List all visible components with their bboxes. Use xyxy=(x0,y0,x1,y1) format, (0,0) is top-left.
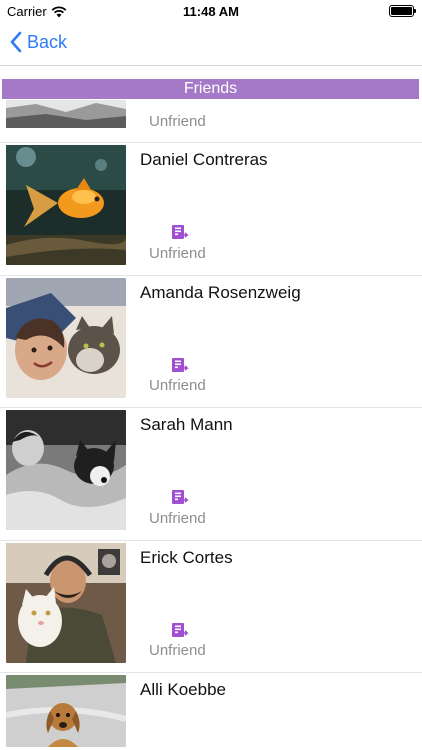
list-item: Amanda Rosenzweig Unfriend xyxy=(0,276,422,408)
friend-photo xyxy=(6,543,126,663)
unfriend-button[interactable]: Unfriend xyxy=(149,245,206,262)
friend-photo xyxy=(6,278,126,398)
friend-name: Sarah Mann xyxy=(140,415,233,434)
navigation-bar: Back xyxy=(0,22,422,66)
remove-friend-icon[interactable] xyxy=(171,224,189,240)
unfriend-button[interactable]: Unfriend xyxy=(149,642,206,659)
remove-friend-icon[interactable] xyxy=(171,489,189,505)
clock: 11:48 AM xyxy=(183,4,239,19)
chevron-left-icon xyxy=(10,31,22,53)
battery-icon xyxy=(389,5,416,17)
remove-friend-icon[interactable] xyxy=(171,357,189,373)
back-label: Back xyxy=(27,31,68,52)
friend-photo xyxy=(6,100,126,128)
friend-name: Erick Cortes xyxy=(140,548,233,567)
friend-name: Daniel Contreras xyxy=(140,150,268,169)
back-button[interactable]: Back xyxy=(10,31,67,53)
list-item: Alli Koebbe xyxy=(0,673,422,750)
unfriend-button[interactable]: Unfriend xyxy=(149,510,206,527)
list-item: Sarah Mann Unfriend xyxy=(0,408,422,541)
friend-photo xyxy=(6,410,126,530)
friend-photo xyxy=(6,145,126,265)
list-item: Erick Cortes Unfriend xyxy=(0,541,422,673)
unfriend-button[interactable]: Unfriend xyxy=(149,377,206,394)
friend-name: Amanda Rosenzweig xyxy=(140,283,301,302)
remove-friend-icon[interactable] xyxy=(171,622,189,638)
list-item: Daniel Contreras Unfriend xyxy=(0,143,422,276)
list-item: Unfriend xyxy=(0,100,422,143)
friend-photo xyxy=(6,675,126,747)
friends-list[interactable]: Unfriend Daniel Contreras Unfriend Amand… xyxy=(0,100,422,750)
unfriend-button[interactable]: Unfriend xyxy=(149,113,206,130)
status-bar: Carrier 11:48 AM xyxy=(0,0,422,22)
friend-name: Alli Koebbe xyxy=(140,680,227,699)
section-header: Friends xyxy=(2,79,419,99)
